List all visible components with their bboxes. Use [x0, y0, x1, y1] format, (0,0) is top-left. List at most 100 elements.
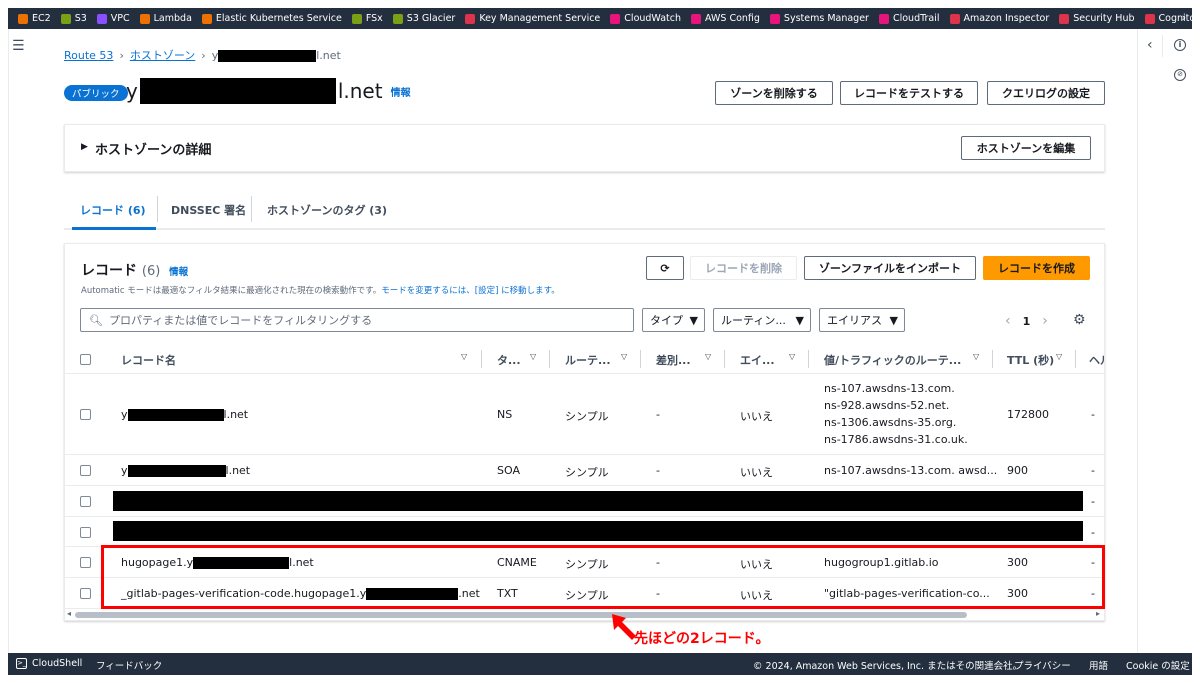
edit-zone-button[interactable]: ホストゾーンを編集: [961, 136, 1091, 160]
page-title: y l.net 情報: [126, 78, 411, 104]
table-row[interactable]: -: [65, 486, 1104, 517]
scroll-right-icon[interactable]: ▸: [1096, 609, 1100, 618]
annotation-text: 先ほどの2レコード。: [634, 631, 770, 647]
test-record-button[interactable]: レコードをテストする: [840, 81, 978, 105]
sort-icon[interactable]: ▽: [621, 352, 627, 361]
refresh-button[interactable]: ⟳: [646, 256, 684, 280]
record-value: ns-107.awsdns-13.com. ns-928.awsdns-52.n…: [824, 382, 968, 446]
row-checkbox[interactable]: [80, 496, 91, 507]
chevron-right-icon: ›: [119, 48, 124, 62]
fav-kms[interactable]: Key Management Service: [465, 13, 600, 24]
sort-icon[interactable]: ▽: [973, 352, 979, 361]
redaction: [113, 521, 1083, 541]
terms-link[interactable]: 用語: [1089, 658, 1108, 672]
fav-ec2[interactable]: EC2: [18, 13, 51, 24]
fav-vpc[interactable]: VPC: [96, 13, 130, 24]
fav-cloudtrail[interactable]: CloudTrail: [878, 13, 940, 24]
delete-zone-button[interactable]: ゾーンを削除する: [715, 81, 833, 105]
fav-security-hub[interactable]: Security Hub: [1059, 13, 1135, 24]
delete-record-button[interactable]: レコードを削除: [690, 256, 797, 280]
routing-filter[interactable]: ルーティン... ▼: [713, 308, 811, 332]
chevron-right-icon[interactable]: ›: [1182, 11, 1186, 24]
fav-lambda[interactable]: Lambda: [139, 13, 192, 24]
refresh-icon: ⟳: [660, 261, 670, 275]
record-name[interactable]: y l.net: [121, 408, 248, 421]
feedback-icon[interactable]: ⊘: [1174, 69, 1186, 81]
menu-icon[interactable]: ☰: [12, 38, 25, 54]
row-checkbox[interactable]: [80, 465, 91, 476]
cloudshell-link[interactable]: CloudShell: [32, 658, 82, 669]
info-link[interactable]: 情報: [169, 267, 188, 278]
tab-bar: レコード (6) DNSSEC 署名 ホストゾーンのタグ (3): [64, 192, 1105, 230]
hosted-zone-details[interactable]: ▶ ホストゾーンの詳細 ホストゾーンを編集: [64, 124, 1105, 172]
col-routing[interactable]: ルーテ...: [565, 352, 611, 368]
tab-tags[interactable]: ホストゾーンのタグ (3): [267, 202, 387, 218]
lambda-icon: [139, 13, 150, 24]
sort-icon[interactable]: ▽: [1056, 352, 1062, 361]
cookie-settings-link[interactable]: Cookie の設定: [1126, 658, 1190, 672]
sort-icon[interactable]: ▽: [705, 352, 711, 361]
feedback-link[interactable]: フィードバック: [96, 658, 162, 672]
fav-s3[interactable]: S3: [60, 13, 87, 24]
scroll-left-icon[interactable]: ◂: [67, 609, 71, 618]
record-ttl: 172800: [1007, 408, 1049, 421]
col-differentiator[interactable]: 差別...: [656, 352, 691, 368]
fav-eks[interactable]: Elastic Kubernetes Service: [201, 13, 342, 24]
tab-records[interactable]: レコード (6): [80, 202, 146, 218]
fav-cloudwatch[interactable]: CloudWatch: [610, 13, 681, 24]
sort-icon[interactable]: ▽: [789, 352, 795, 361]
sort-icon[interactable]: ▽: [530, 352, 536, 361]
col-divider: [640, 350, 641, 368]
row-checkbox[interactable]: [80, 409, 91, 420]
tab-dnssec[interactable]: DNSSEC 署名: [171, 202, 246, 218]
settings-link[interactable]: モードを変更するには、[設定] に移動します。: [381, 286, 560, 296]
search-input[interactable]: 🔍︎ プロパティまたは値でレコードをフィルタリングする: [80, 308, 634, 332]
col-divider: [1075, 350, 1076, 368]
col-health[interactable]: ヘル: [1089, 352, 1104, 368]
query-log-button[interactable]: クエリログの設定: [987, 81, 1105, 105]
col-type[interactable]: タ...: [497, 352, 521, 368]
chevron-left-icon[interactable]: ‹: [1147, 37, 1153, 53]
fav-inspector[interactable]: Amazon Inspector: [949, 13, 1050, 24]
row-checkbox[interactable]: [80, 588, 91, 599]
record-ttl: 900: [1007, 464, 1028, 477]
type-filter[interactable]: タイプ ▼: [642, 308, 705, 332]
import-zone-file-button[interactable]: ゾーンファイルをインポート: [804, 256, 976, 280]
chevron-left-icon[interactable]: ‹: [1005, 313, 1011, 329]
col-value[interactable]: 値/トラフィックのルーテ...: [824, 352, 961, 368]
table-row[interactable]: y l.net SOA シンプル - いいえ ns-107.awsdns-13.c…: [65, 455, 1104, 486]
s3-icon: [60, 13, 71, 24]
fav-s3-glacier[interactable]: S3 Glacier: [392, 13, 455, 24]
scrollbar-thumb[interactable]: [75, 612, 967, 618]
info-icon[interactable]: i: [1174, 39, 1186, 51]
record-health: -: [1091, 526, 1095, 539]
fav-fsx[interactable]: FSx: [351, 13, 383, 24]
horizontal-scrollbar[interactable]: ◂ ▸: [65, 609, 1104, 620]
sort-icon[interactable]: ▽: [461, 352, 467, 361]
breadcrumb-hosted-zones[interactable]: ホストゾーン: [130, 47, 195, 63]
info-link[interactable]: 情報: [391, 84, 411, 99]
vpc-icon: [96, 13, 107, 24]
row-checkbox[interactable]: [80, 557, 91, 568]
alias-filter[interactable]: エイリアス ▼: [819, 308, 905, 332]
privacy-link[interactable]: プライバシー: [1014, 658, 1071, 672]
gear-icon[interactable]: ⚙: [1073, 312, 1086, 328]
col-ttl[interactable]: TTL (秒): [1007, 352, 1054, 368]
col-record-name[interactable]: レコード名: [121, 352, 176, 368]
table-row[interactable]: -: [65, 517, 1104, 547]
record-name[interactable]: y l.net: [121, 464, 250, 477]
cloudshell-icon[interactable]: >_: [16, 658, 27, 669]
fav-label: Systems Manager: [783, 13, 869, 24]
breadcrumb-route53[interactable]: Route 53: [64, 49, 113, 62]
records-title: レコード (6) 情報: [81, 263, 189, 279]
row-checkbox[interactable]: [80, 527, 91, 538]
fav-systems-manager[interactable]: Systems Manager: [769, 13, 869, 24]
create-record-button[interactable]: レコードを作成: [983, 256, 1090, 280]
fav-label: Amazon Inspector: [963, 13, 1050, 24]
select-all-checkbox[interactable]: [80, 354, 91, 365]
table-row[interactable]: y l.net NS シンプル - いいえ ns-107.awsdns-13.co…: [65, 374, 1104, 455]
chevron-right-icon[interactable]: ›: [1042, 313, 1048, 329]
fav-aws-config[interactable]: AWS Config: [691, 13, 760, 24]
page-number[interactable]: 1: [1023, 315, 1031, 328]
col-alias[interactable]: エイ...: [740, 352, 775, 368]
